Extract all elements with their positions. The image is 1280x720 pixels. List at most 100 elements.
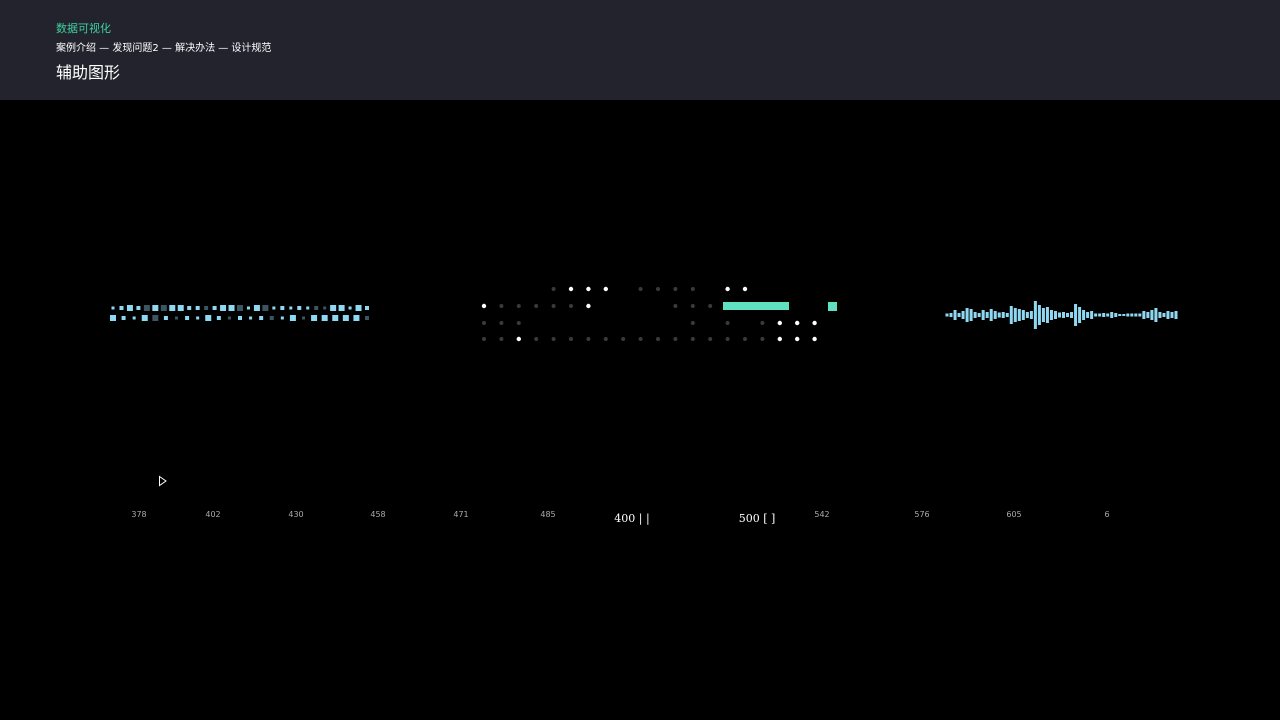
dot-mark	[569, 304, 573, 308]
wave-bar	[1166, 311, 1170, 319]
square-mark	[152, 305, 159, 311]
wave-bar	[1009, 306, 1013, 324]
square-mark	[348, 306, 352, 310]
dot-mark	[760, 321, 765, 325]
dot-mark	[656, 337, 660, 341]
dot-mark	[656, 287, 660, 291]
square-pattern-graphic	[110, 305, 369, 321]
square-mark	[169, 305, 176, 311]
wave-bar	[945, 313, 949, 317]
square-mark	[269, 316, 274, 320]
square-mark	[365, 306, 369, 310]
square-mark	[152, 315, 159, 321]
wave-bar	[1025, 312, 1029, 318]
highlight-square	[828, 302, 837, 311]
square-mark	[212, 306, 217, 310]
dot-mark	[812, 320, 817, 326]
square-mark	[338, 305, 345, 311]
dot-mark	[742, 286, 748, 292]
wave-bar	[957, 313, 961, 317]
square-mark	[238, 316, 242, 320]
dot-mark	[603, 337, 608, 341]
dot-mark	[551, 304, 556, 308]
dot-mark	[795, 320, 800, 326]
wave-bar	[1033, 301, 1037, 329]
dot-mark	[499, 321, 504, 325]
square-mark	[314, 306, 319, 310]
square-mark	[365, 316, 369, 320]
square-mark	[297, 306, 302, 310]
wave-bar	[1118, 314, 1122, 316]
dot-mark	[812, 336, 817, 342]
square-mark	[342, 315, 349, 321]
dot-mark	[586, 286, 591, 292]
square-mark	[289, 315, 296, 321]
wave-bar	[1029, 311, 1033, 319]
dot-mark	[516, 336, 521, 342]
dot-mark	[673, 287, 678, 291]
square-mark	[259, 316, 264, 320]
dot-mark	[673, 337, 678, 341]
play-icon[interactable]	[158, 475, 168, 487]
dot-mark	[673, 304, 678, 308]
square-mark	[141, 315, 148, 321]
square-mark	[289, 306, 293, 310]
wave-bar	[1106, 313, 1110, 317]
dot-mark	[725, 286, 730, 292]
square-mark	[119, 306, 124, 310]
square-mark	[175, 316, 178, 320]
square-mark	[121, 316, 126, 320]
wave-bar	[1066, 313, 1070, 317]
square-mark	[280, 316, 284, 320]
auxiliary-graphics	[110, 286, 1178, 342]
wave-bar	[1074, 304, 1078, 326]
dot-mark	[725, 321, 730, 325]
wave-bar	[965, 308, 969, 322]
wave-bar	[1001, 312, 1005, 318]
highlight-bar	[723, 302, 789, 310]
dot-mark	[568, 286, 574, 292]
dot-mark	[551, 337, 556, 341]
square-mark	[249, 316, 253, 320]
square-mark	[163, 316, 168, 320]
wave-bar	[1170, 312, 1174, 318]
dot-mark	[551, 287, 556, 291]
square-mark	[111, 306, 115, 310]
square-mark	[110, 315, 116, 321]
square-mark	[132, 316, 136, 320]
waveform-graphic	[945, 301, 1178, 329]
square-mark	[195, 306, 200, 310]
wave-bar	[1146, 312, 1150, 318]
wave-bar	[977, 313, 981, 317]
wave-bar	[1174, 311, 1178, 319]
dot-mark	[743, 337, 747, 341]
dot-mark	[621, 337, 626, 341]
wave-bar	[1005, 313, 1009, 317]
square-mark	[143, 305, 150, 311]
dot-mark	[760, 337, 765, 341]
dot-mark	[777, 336, 782, 342]
dot-mark	[690, 321, 695, 325]
dot-mark	[795, 336, 800, 342]
square-mark	[216, 316, 221, 320]
square-mark	[196, 316, 200, 320]
wave-bar	[1094, 313, 1098, 317]
wave-bar	[981, 310, 985, 320]
wave-bar	[1130, 313, 1134, 317]
wave-bar	[1090, 311, 1094, 319]
square-mark	[246, 306, 250, 310]
wave-bar	[1017, 309, 1021, 321]
dot-mark	[534, 304, 539, 308]
dot-mark	[638, 337, 643, 341]
dot-mark	[603, 286, 608, 292]
wave-bar	[969, 309, 973, 321]
wave-bar	[1037, 305, 1041, 325]
wave-bar	[1126, 313, 1130, 317]
square-mark	[253, 305, 260, 311]
dot-mark	[569, 337, 573, 341]
wave-bar	[1070, 312, 1074, 318]
square-mark	[220, 305, 227, 311]
wave-bar	[1062, 312, 1066, 318]
wave-bar	[1053, 311, 1057, 319]
square-mark	[160, 305, 167, 311]
